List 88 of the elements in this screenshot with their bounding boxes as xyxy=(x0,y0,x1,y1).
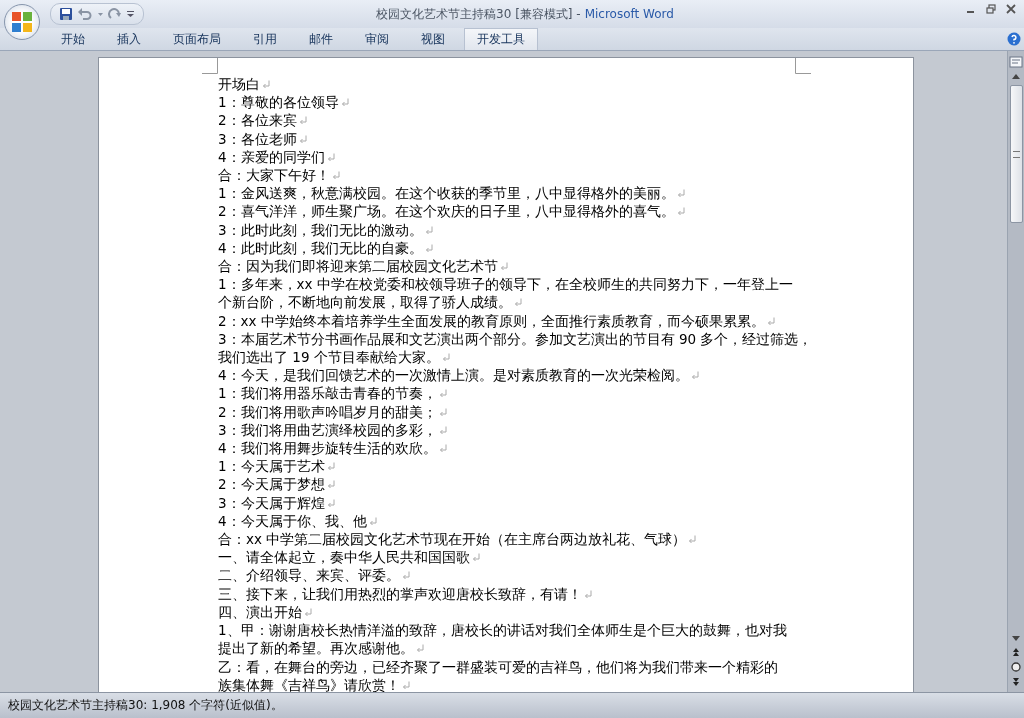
paragraph-mark-icon xyxy=(262,80,270,89)
paragraph-mark-icon xyxy=(441,353,450,363)
window-title: 校园文化艺术节主持稿30 [兼容模式] - xyxy=(376,6,581,21)
paragraph-mark-icon xyxy=(584,589,592,599)
ruler-toggle-icon[interactable] xyxy=(1009,55,1023,69)
text-line: 4：亲爱的同学们 xyxy=(218,148,325,165)
text-line: 合：大家下午好！ xyxy=(218,167,330,183)
paragraph-mark-icon xyxy=(766,316,775,326)
paragraph-mark-icon xyxy=(424,225,433,235)
text-line: 乙：看，在舞台的旁边，已经齐聚了一群盛装可爱的吉祥鸟，他们将为我们带来一个精彩的 xyxy=(218,658,778,675)
save-icon[interactable] xyxy=(59,7,73,21)
paragraph-mark-icon xyxy=(438,444,447,454)
paragraph-mark-icon xyxy=(676,207,685,217)
text-line: 1：今天属于艺术 xyxy=(218,458,325,475)
text-line: 合：xx 中学第二届校园文化艺术节现在开始（在主席台两边放礼花、气球） xyxy=(218,531,687,548)
paragraph-mark-icon xyxy=(402,571,410,581)
text-line: 4：今天属于你、我、他 xyxy=(218,512,367,529)
text-line: 开场白 xyxy=(218,76,260,92)
text-line: 1：尊敬的各位领导 xyxy=(218,94,339,111)
word-count: 校园文化艺术节主持稿30: 1,908 个字符(近似值)。 xyxy=(8,697,283,714)
paragraph-mark-icon xyxy=(402,680,410,690)
text-line: 2：xx 中学始终本着培养学生全面发展的教育原则，全面推行素质教育，而今硕果累累。 xyxy=(218,312,765,329)
text-line: 二、介绍领导、来宾、评委。 xyxy=(218,567,400,584)
paragraph-mark-icon xyxy=(688,535,697,545)
text-line: 1：金风送爽，秋意满校园。在这个收获的季节里，八中显得格外的美丽。 xyxy=(218,185,675,202)
ribbon-tab[interactable]: 开发工具 xyxy=(464,28,538,50)
text-line: 2：各位来宾 xyxy=(218,112,297,129)
crop-mark-icon xyxy=(795,58,811,74)
text-line: 1、甲：谢谢唐校长热情洋溢的致辞，唐校长的讲话对我们全体师生是个巨大的鼓舞，也对我 xyxy=(218,622,787,639)
paragraph-mark-icon xyxy=(326,498,335,508)
text-line: 三、接下来，让我们用热烈的掌声欢迎唐校长致辞，有请！ xyxy=(218,585,582,602)
text-line: 3：今天属于辉煌 xyxy=(218,494,325,511)
scroll-thumb[interactable] xyxy=(1009,85,1023,223)
paragraph-mark-icon xyxy=(298,134,307,144)
text-line: 提出了新的希望。再次感谢他。 xyxy=(218,640,414,657)
paragraph-mark-icon xyxy=(514,298,522,308)
text-line: 个新台阶，不断地向前发展，取得了骄人成绩。 xyxy=(218,294,512,311)
text-line: 2：我们将用歌声吟唱岁月的甜美； xyxy=(218,403,437,420)
ribbon-tab[interactable]: 邮件 xyxy=(296,28,346,50)
text-line: 1：多年来，xx 中学在校党委和校领导班子的领导下，在全校师生的共同努力下，一年登上一 xyxy=(218,276,793,293)
office-logo-icon xyxy=(9,9,35,35)
paragraph-mark-icon xyxy=(298,116,307,126)
ribbon-tab[interactable]: 插入 xyxy=(104,28,154,50)
paragraph-mark-icon xyxy=(424,243,433,253)
paragraph-mark-icon xyxy=(438,425,447,435)
browse-object-icon[interactable] xyxy=(1009,660,1023,674)
text-line: 族集体舞《吉祥鸟》请欣赏！ xyxy=(218,676,400,692)
vertical-scrollbar[interactable] xyxy=(1007,51,1024,692)
help-icon[interactable] xyxy=(1007,32,1021,46)
paragraph-mark-icon xyxy=(326,480,335,490)
text-line: 2：今天属于梦想 xyxy=(218,476,325,493)
text-line: 3：本届艺术节分书画作品展和文艺演出两个部分。参加文艺演出的节目有 90 多个，经过筛选， xyxy=(218,330,813,347)
text-line: 1：我们将用器乐敲击青春的节奏， xyxy=(218,385,437,402)
paragraph-mark-icon xyxy=(500,262,508,272)
redo-icon[interactable] xyxy=(108,7,122,21)
text-line: 一、请全体起立，奏中华人民共和国国歌 xyxy=(218,549,470,566)
paragraph-mark-icon xyxy=(690,371,699,381)
paragraph-mark-icon xyxy=(438,389,447,399)
paragraph-mark-icon xyxy=(340,98,349,108)
ribbon-tab[interactable]: 审阅 xyxy=(352,28,402,50)
paragraph-mark-icon xyxy=(326,462,335,472)
text-line: 我们选出了 19 个节目奉献给大家。 xyxy=(218,349,440,366)
ribbon-tab[interactable]: 开始 xyxy=(48,28,98,50)
paragraph-mark-icon xyxy=(472,553,480,563)
text-line: 4：今天，是我们回馈艺术的一次激情上演。是对素质教育的一次光荣检阅。 xyxy=(218,367,689,384)
paragraph-mark-icon xyxy=(416,644,424,654)
text-line: 四、演出开始 xyxy=(218,603,302,620)
text-line: 4：我们将用舞步旋转生活的欢欣。 xyxy=(218,440,437,457)
paragraph-mark-icon xyxy=(304,607,312,617)
paragraph-mark-icon xyxy=(326,152,335,162)
text-line: 3：我们将用曲艺演绎校园的多彩， xyxy=(218,421,437,438)
office-button[interactable] xyxy=(4,4,40,40)
paragraph-mark-icon xyxy=(438,407,447,417)
ribbon-tab[interactable]: 引用 xyxy=(240,28,290,50)
text-line: 合：因为我们即将迎来第二届校园文化艺术节 xyxy=(218,258,498,275)
text-line: 3：此时此刻，我们无比的激动。 xyxy=(218,221,423,238)
close-icon[interactable] xyxy=(1006,4,1016,14)
crop-mark-icon xyxy=(202,58,218,74)
restore-icon[interactable] xyxy=(986,4,996,14)
text-line: 4：此时此刻，我们无比的自豪。 xyxy=(218,239,423,256)
paragraph-mark-icon xyxy=(368,516,377,526)
paragraph-mark-icon xyxy=(676,189,685,199)
app-name: Microsoft Word xyxy=(584,6,674,21)
ribbon-tab[interactable]: 视图 xyxy=(408,28,458,50)
ribbon-tab[interactable]: 页面布局 xyxy=(160,28,234,50)
text-line: 3：各位老师 xyxy=(218,130,297,147)
paragraph-mark-icon xyxy=(332,171,340,180)
text-line: 2：喜气洋洋，师生聚广场。在这个欢庆的日子里，八中显得格外的喜气。 xyxy=(218,203,675,220)
